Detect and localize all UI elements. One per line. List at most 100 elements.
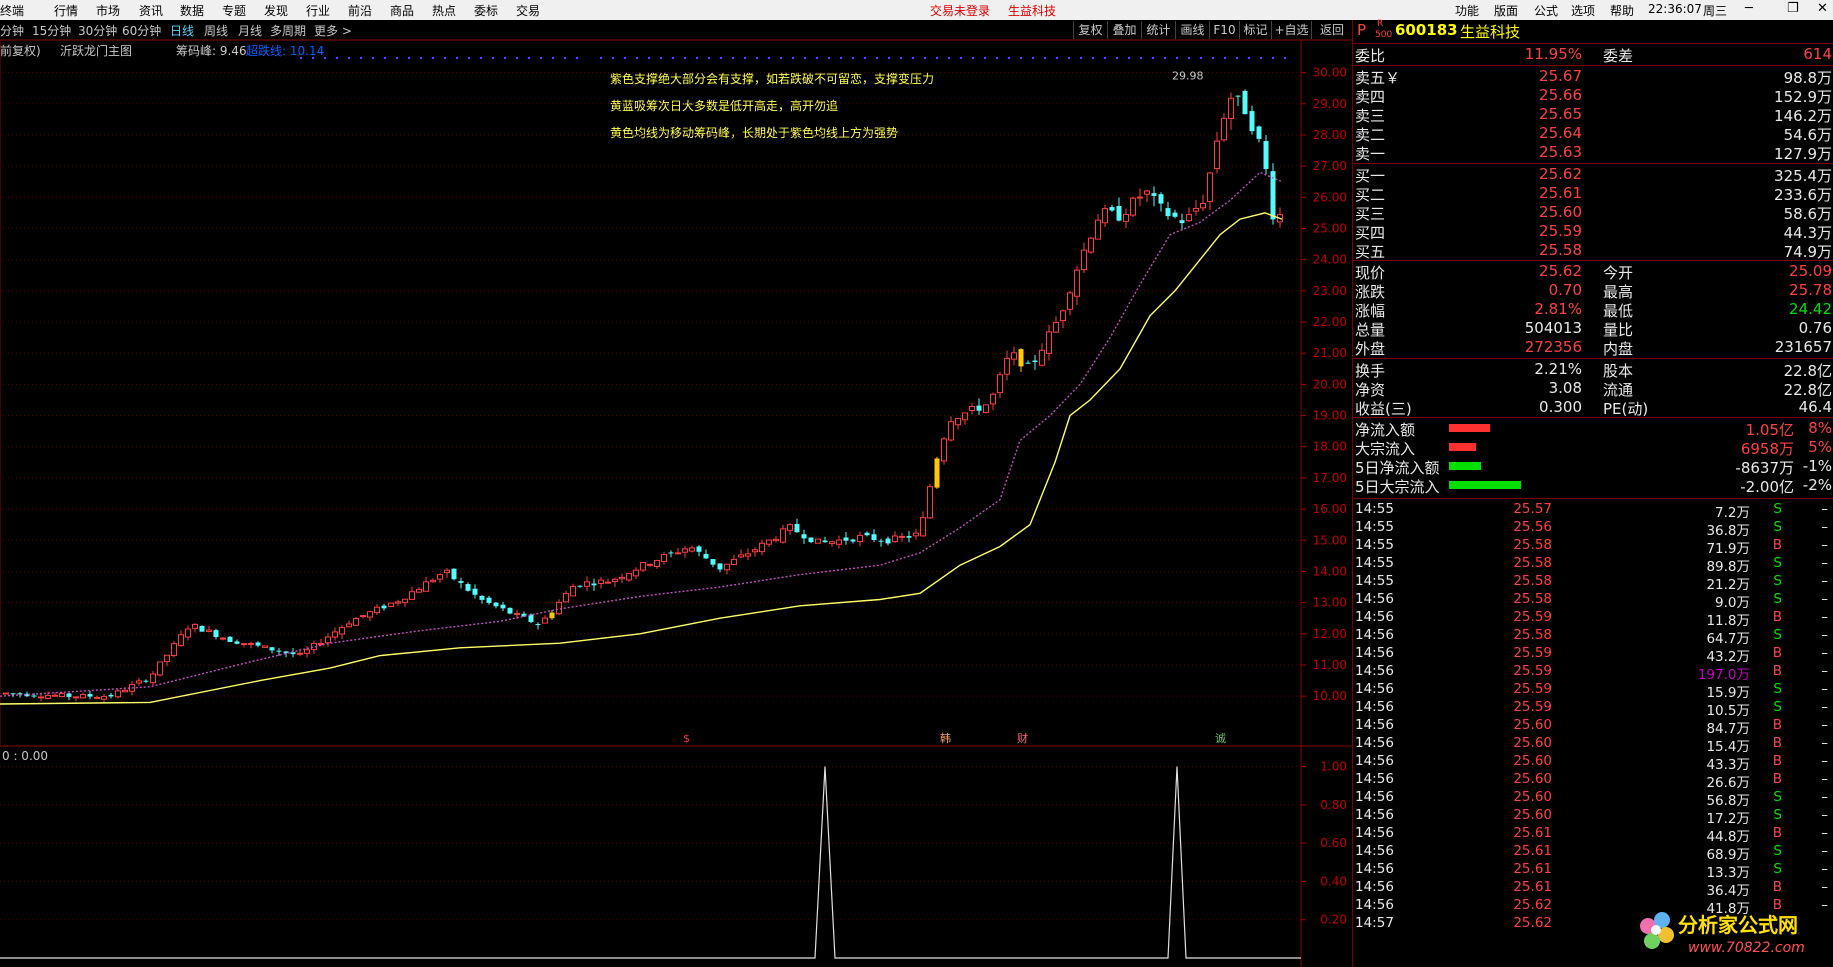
peak-price-label: 29.98 xyxy=(1172,70,1204,83)
sell-row[interactable]: 卖四 25.66 152.9万 xyxy=(1355,86,1833,106)
stats-row[interactable]: 现价 25.62 今开 25.09 xyxy=(1355,262,1833,282)
flow-row[interactable]: 净流入额 1.05亿 8% xyxy=(1355,419,1833,439)
tick-row[interactable]: 14:56 25.60 84.7万 B – xyxy=(1355,717,1833,737)
buy-row[interactable]: 买一 25.62 325.4万 xyxy=(1355,165,1833,185)
tick-row[interactable]: 14:56 25.59 11.8万 B – xyxy=(1355,609,1833,629)
restore-icon[interactable]: ❐ xyxy=(1787,1,1799,16)
flow-row[interactable]: 大宗流入 6958万 5% xyxy=(1355,438,1833,458)
tick-row[interactable]: 14:56 25.60 56.8万 S – xyxy=(1355,789,1833,809)
candle-body xyxy=(787,524,793,531)
candle-body xyxy=(668,552,674,554)
lower-indicator-label: 0 : 0.00 xyxy=(2,749,48,763)
webi-row[interactable]: 委比 11.95% 委差 614 xyxy=(1355,45,1833,65)
candle-body xyxy=(731,558,737,566)
stats-row[interactable]: 总量 504013 量比 0.76 xyxy=(1355,319,1833,339)
sell-row[interactable]: 卖一 25.63 127.9万 xyxy=(1355,143,1833,163)
candle-body xyxy=(94,696,100,699)
kline-chart[interactable]: 30.00 29.00 28.00 27.00 26.00 25.00 24.00 23.00… xyxy=(0,0,1352,967)
tick-row[interactable]: 14:55 25.58 89.8万 S – xyxy=(1355,555,1833,575)
tick-row[interactable]: 14:56 25.59 197.0万 B – xyxy=(1355,663,1833,683)
menu-right-4[interactable]: 帮助 xyxy=(1610,2,1634,19)
stats-row[interactable]: 涨幅 2.81% 最低 24.42 xyxy=(1355,300,1833,320)
candle-body xyxy=(101,696,107,700)
menu-right-2[interactable]: 公式 xyxy=(1534,2,1558,19)
tick-dash: – xyxy=(1821,573,1828,589)
tick-volume: 84.7万 xyxy=(1706,721,1750,737)
stock-code: 600183 xyxy=(1395,21,1458,39)
candle-body xyxy=(927,486,933,519)
tick-row[interactable]: 14:56 25.61 36.4万 B – xyxy=(1355,879,1833,899)
stats-row[interactable]: 涨跌 0.70 最高 25.78 xyxy=(1355,281,1833,301)
sell-row[interactable]: 卖五￥ 25.67 98.8万 xyxy=(1355,67,1833,87)
candle-body xyxy=(332,631,338,638)
candle-body xyxy=(654,559,660,567)
menu-right-1[interactable]: 版面 xyxy=(1494,2,1518,19)
candle-body xyxy=(591,583,597,586)
candle-body xyxy=(514,612,520,615)
fin-value: 0.300 xyxy=(1539,398,1582,416)
candle-body xyxy=(675,552,681,555)
tick-row[interactable]: 14:56 25.61 13.3万 S – xyxy=(1355,861,1833,881)
finance-row[interactable]: 收益(三) 0.300 PE(动) 46.4 xyxy=(1355,398,1833,418)
minimize-icon[interactable]: ─ xyxy=(1745,1,1753,16)
flow-row[interactable]: 5日净流入额 -8637万 -1% xyxy=(1355,457,1833,477)
candle-body xyxy=(766,539,772,545)
stock-header[interactable]: P R 500 600183 生益科技 xyxy=(1355,19,1833,41)
tick-side: B xyxy=(1772,663,1782,679)
tick-dash: – xyxy=(1821,591,1828,607)
tick-side: B xyxy=(1772,771,1782,787)
tick-row[interactable]: 14:55 25.56 36.8万 S – xyxy=(1355,519,1833,539)
tick-dash: – xyxy=(1821,681,1828,697)
sell-row[interactable]: 卖三 25.65 146.2万 xyxy=(1355,105,1833,125)
tick-row[interactable]: 14:56 25.58 9.0万 S – xyxy=(1355,591,1833,611)
tick-row[interactable]: 14:56 25.58 64.7万 S – xyxy=(1355,627,1833,647)
event-marker[interactable]: $ xyxy=(683,732,690,745)
menu-right-3[interactable]: 选项 xyxy=(1571,2,1595,19)
tick-side: S xyxy=(1773,807,1782,823)
menu-right-0[interactable]: 功能 xyxy=(1455,2,1479,19)
finance-row[interactable]: 换手 2.21% 股本 22.8亿 xyxy=(1355,360,1833,380)
tick-row[interactable]: 14:56 25.61 44.8万 B – xyxy=(1355,825,1833,845)
stat-value: 25.78 xyxy=(1789,281,1832,299)
candle-body xyxy=(276,650,282,652)
price-axis-label: 15.00 xyxy=(1313,533,1347,547)
tick-dash: – xyxy=(1821,609,1828,625)
tick-row[interactable]: 14:56 25.61 68.9万 S – xyxy=(1355,843,1833,863)
tick-row[interactable]: 14:55 25.57 7.2万 S – xyxy=(1355,501,1833,521)
tick-price: 25.60 xyxy=(1513,771,1552,787)
tick-row[interactable]: 14:55 25.58 71.9万 B – xyxy=(1355,537,1833,557)
event-marker[interactable]: 韩 xyxy=(940,731,951,745)
stats-row[interactable]: 外盘 272356 内盘 231657 xyxy=(1355,338,1833,358)
close-icon[interactable]: ✕ xyxy=(1817,1,1828,16)
tick-price: 25.60 xyxy=(1513,753,1552,769)
sell-row[interactable]: 卖二 25.64 54.6万 xyxy=(1355,124,1833,144)
tick-row[interactable]: 14:56 25.60 26.6万 B – xyxy=(1355,771,1833,791)
tick-row[interactable]: 14:56 25.60 43.3万 B – xyxy=(1355,753,1833,773)
event-marker[interactable]: 诚 xyxy=(1215,732,1226,745)
buy-row[interactable]: 买二 25.61 233.6万 xyxy=(1355,184,1833,204)
tick-volume: 197.0万 xyxy=(1697,667,1750,683)
tick-row[interactable]: 14:56 25.59 15.9万 S – xyxy=(1355,681,1833,701)
buy-row[interactable]: 买三 25.60 58.6万 xyxy=(1355,203,1833,223)
flow-row[interactable]: 5日大宗流入 -2.00亿 -2% xyxy=(1355,476,1833,496)
buy-row[interactable]: 买五 25.58 74.9万 xyxy=(1355,241,1833,261)
tick-row[interactable]: 14:56 25.59 10.5万 S – xyxy=(1355,699,1833,719)
buy-label: 买四 xyxy=(1355,224,1386,242)
tick-row[interactable]: 14:56 25.60 15.4万 B – xyxy=(1355,735,1833,755)
tick-side: B xyxy=(1772,609,1782,625)
tick-dash: – xyxy=(1821,555,1828,571)
tick-row[interactable]: 14:56 25.59 43.2万 B – xyxy=(1355,645,1833,665)
event-marker[interactable]: 财 xyxy=(1017,731,1028,745)
candle-body xyxy=(549,612,555,619)
candle-body xyxy=(703,553,709,559)
tick-volume: 10.5万 xyxy=(1706,703,1750,719)
candle-body xyxy=(59,693,65,698)
tick-row[interactable]: 14:55 25.58 21.2万 S – xyxy=(1355,573,1833,593)
tick-row[interactable]: 14:56 25.60 17.2万 S – xyxy=(1355,807,1833,827)
tick-time: 14:56 xyxy=(1355,771,1394,787)
tick-volume: 15.9万 xyxy=(1706,685,1750,701)
finance-row[interactable]: 净资 3.08 流通 22.8亿 xyxy=(1355,379,1833,399)
buy-row[interactable]: 买四 25.59 44.3万 xyxy=(1355,222,1833,242)
tick-time: 14:55 xyxy=(1355,573,1394,589)
candle-body xyxy=(822,540,828,543)
